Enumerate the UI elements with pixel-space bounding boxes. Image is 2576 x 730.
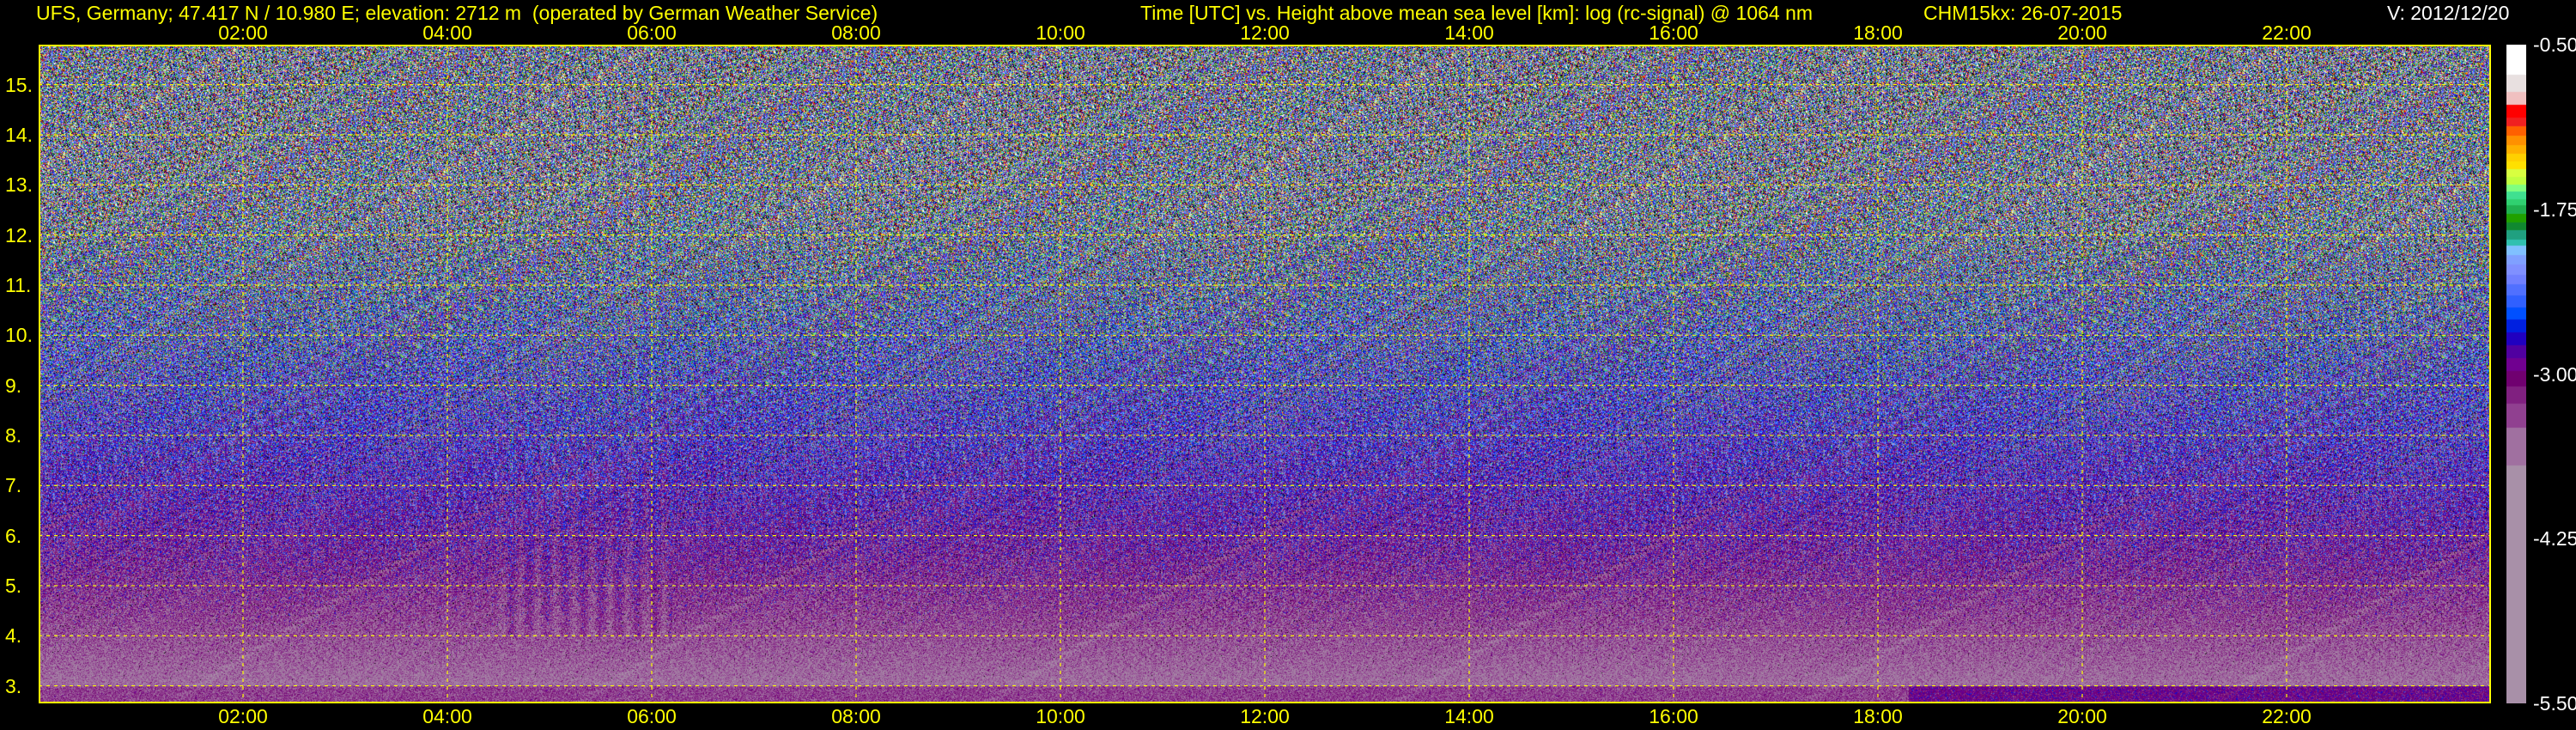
x-tick-label-top: 16:00 bbox=[1649, 21, 1698, 44]
x-tick-label-top: 06:00 bbox=[627, 21, 677, 44]
y-tick-label: 15. bbox=[5, 73, 33, 96]
ceilometer-backscatter-plot bbox=[39, 45, 2491, 703]
x-tick-label-top: 08:00 bbox=[831, 21, 881, 44]
x-tick-label-bottom: 14:00 bbox=[1444, 705, 1494, 727]
y-tick-label: 14. bbox=[5, 123, 33, 146]
y-tick-label: 5. bbox=[5, 574, 22, 597]
y-tick-label: 9. bbox=[5, 374, 22, 397]
x-tick-label-bottom: 10:00 bbox=[1036, 705, 1085, 727]
plot-grid bbox=[39, 45, 2491, 703]
y-tick-label: 6. bbox=[5, 524, 22, 547]
x-tick-label-top: 10:00 bbox=[1036, 21, 1085, 44]
y-tick-label: 8. bbox=[5, 423, 22, 447]
y-tick-label: 7. bbox=[5, 474, 22, 497]
colorbar bbox=[2506, 45, 2526, 703]
colorbar-tick-label: -4.25 bbox=[2533, 527, 2576, 551]
x-tick-label-bottom: 08:00 bbox=[831, 705, 881, 727]
x-tick-label-bottom: 20:00 bbox=[2057, 705, 2107, 727]
x-tick-label-top: 02:00 bbox=[218, 21, 268, 44]
y-tick-label: 4. bbox=[5, 624, 22, 648]
x-tick-label-bottom: 12:00 bbox=[1240, 705, 1290, 727]
x-tick-label-top: 18:00 bbox=[1853, 21, 1903, 44]
x-tick-label-top: 22:00 bbox=[2262, 21, 2312, 44]
x-tick-label-top: 04:00 bbox=[422, 21, 472, 44]
colorbar-tick-label: -0.50 bbox=[2533, 33, 2576, 56]
y-tick-label: 10. bbox=[5, 324, 33, 347]
colorbar-tick-label: -3.00 bbox=[2533, 362, 2576, 386]
y-tick-label: 11. bbox=[5, 273, 32, 296]
y-tick-label: 3. bbox=[5, 674, 22, 697]
x-tick-label-bottom: 06:00 bbox=[627, 705, 677, 727]
x-tick-label-bottom: 16:00 bbox=[1649, 705, 1698, 727]
x-tick-label-bottom: 04:00 bbox=[422, 705, 472, 727]
x-tick-label-top: 12:00 bbox=[1240, 21, 1290, 44]
x-tick-label-bottom: 02:00 bbox=[218, 705, 268, 727]
x-tick-label-top: 20:00 bbox=[2057, 21, 2107, 44]
y-tick-label: 13. bbox=[5, 173, 33, 197]
colorbar-tick-label: -5.50 bbox=[2533, 692, 2576, 715]
x-tick-label-bottom: 22:00 bbox=[2262, 705, 2312, 727]
version-label: V: 2012/12/20 bbox=[2387, 2, 2510, 24]
y-tick-label: 12. bbox=[5, 223, 33, 246]
x-tick-label-top: 14:00 bbox=[1444, 21, 1494, 44]
x-tick-label-bottom: 18:00 bbox=[1853, 705, 1903, 727]
colorbar-tick-label: -1.75 bbox=[2533, 198, 2576, 221]
